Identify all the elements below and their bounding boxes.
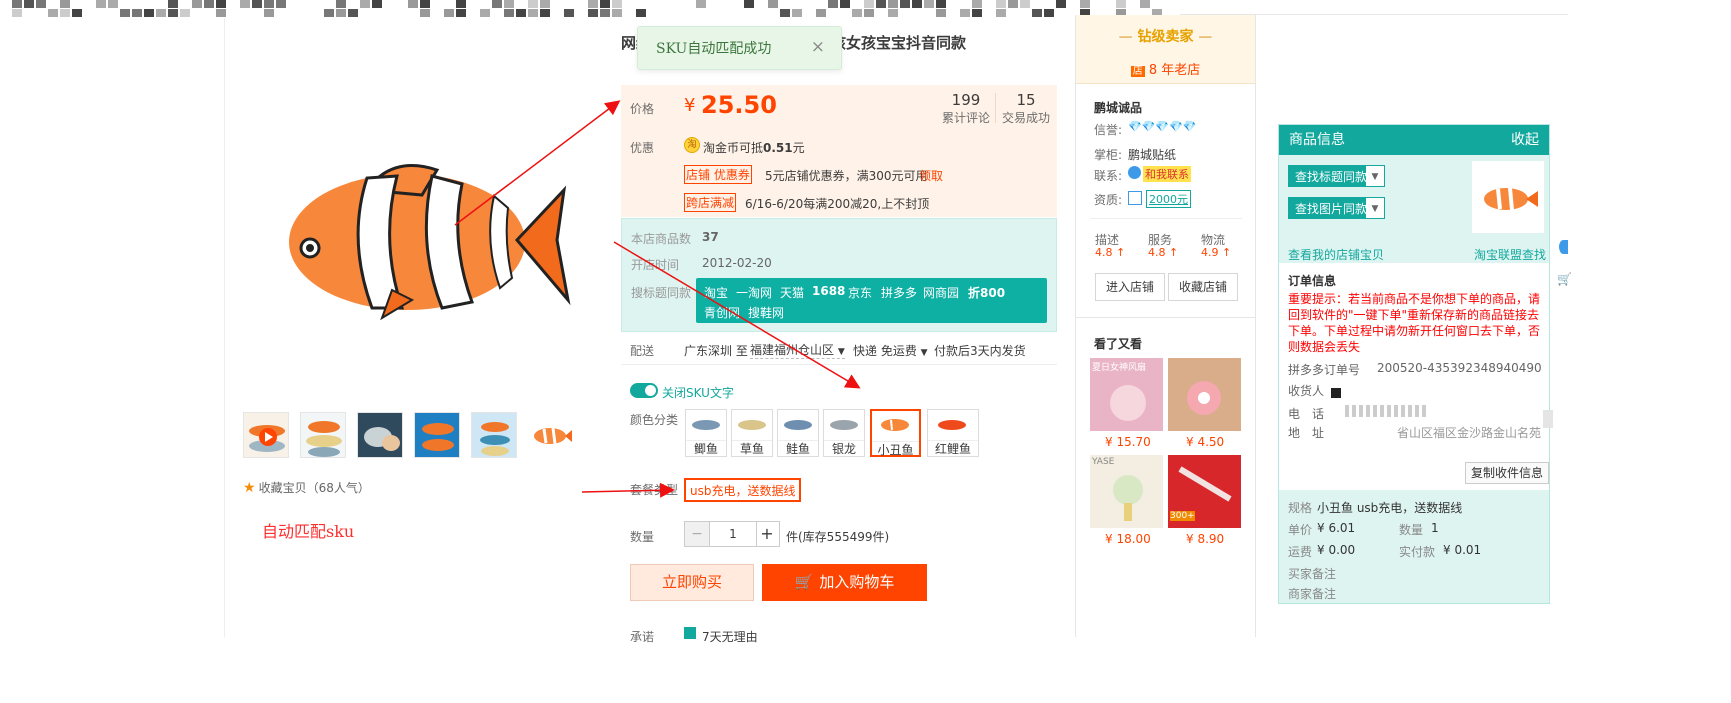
- paid-label: 实付款: [1399, 545, 1436, 559]
- order-title: 订单信息: [1288, 274, 1337, 288]
- chevron-down-icon[interactable]: ▼: [1366, 198, 1384, 218]
- my-shop-link[interactable]: 查看我的店铺宝贝: [1288, 246, 1384, 263]
- divider: [1076, 317, 1255, 318]
- product-thumbnail: [1472, 161, 1544, 233]
- warning-text: 重要提示：若当前商品不是你想下单的商品，请回到软件的"一键下单"重新保存新的商品…: [1288, 292, 1541, 354]
- count-label: 数量: [1399, 523, 1424, 537]
- receiver-label: 收货人: [1288, 384, 1325, 398]
- years-label: 8 年老店: [1148, 63, 1201, 78]
- collapse-button[interactable]: 收起: [1511, 125, 1539, 155]
- rec-banner: 300+: [1170, 511, 1195, 521]
- rec-item[interactable]: 300+: [1168, 455, 1241, 528]
- seen-title: 看了又看: [1094, 337, 1143, 351]
- rec-price: ¥ 18.00: [1105, 532, 1151, 546]
- rec-price: ¥ 15.70: [1105, 435, 1151, 449]
- score-value: 4.8 ↑: [1148, 246, 1179, 259]
- divider: —: [1118, 29, 1138, 45]
- score-value: 4.9 ↑: [1201, 246, 1232, 259]
- find-title-label: 查找标题同款: [1295, 170, 1368, 184]
- scrollbar-thumb[interactable]: [1543, 410, 1553, 428]
- phone-label: 电 话: [1288, 407, 1325, 421]
- cart-icon[interactable]: 🛒: [1557, 272, 1572, 286]
- panel-header: 商品信息 收起: [1279, 125, 1549, 155]
- id-icon: [1128, 191, 1142, 205]
- panel-title: 商品信息: [1289, 132, 1345, 148]
- mosaic-cell: [1140, 0, 1150, 8]
- copy-receiver-button[interactable]: 复制收件信息: [1465, 462, 1549, 484]
- paid-value: ¥ 0.01: [1443, 543, 1482, 557]
- rec-price: ¥ 4.50: [1186, 435, 1225, 449]
- qual-label: 资质:: [1094, 193, 1123, 207]
- shop-name[interactable]: 鹏城诚品: [1094, 99, 1142, 116]
- side-toolbar-icon[interactable]: [1559, 240, 1568, 254]
- find-image-button[interactable]: 查找图片同款 ▼: [1288, 197, 1385, 219]
- rec-price: ¥ 8.90: [1186, 532, 1225, 546]
- redacted-block: [1331, 388, 1341, 398]
- chevron-down-icon[interactable]: ▼: [1366, 166, 1384, 186]
- contact-button[interactable]: 和我联系: [1143, 166, 1191, 182]
- enter-shop-button[interactable]: 进入店铺: [1095, 273, 1166, 301]
- deposit-badge[interactable]: 2000元: [1146, 190, 1191, 208]
- keeper-name[interactable]: 鹏城贴纸: [1128, 146, 1176, 163]
- level-label: 钻级卖家: [1137, 29, 1194, 45]
- shop-icon: 店: [1130, 66, 1145, 77]
- divider: —: [1193, 29, 1213, 45]
- count-value: 1: [1431, 521, 1439, 535]
- seller-note-label: 商家备注: [1288, 587, 1337, 601]
- score-num: 4.9: [1201, 246, 1219, 259]
- favorite-shop-button[interactable]: 收藏店铺: [1168, 273, 1239, 301]
- address-label: 地 址: [1288, 426, 1325, 440]
- unit-price-value: ¥ 6.01: [1317, 521, 1356, 535]
- find-image-label: 查找图片同款: [1295, 202, 1368, 216]
- score-num: 4.8: [1095, 246, 1113, 259]
- alliance-link[interactable]: 淘宝联盟查找: [1474, 246, 1546, 263]
- ship-fee-value: ¥ 0.00: [1317, 543, 1356, 557]
- annotation-arrows: [454, 100, 861, 498]
- seller-column: — 钻级卖家 — 店 8 年老店 鹏城诚品 信誉: 💎💎💎💎💎 掌柜: 鹏城贴纸…: [1075, 15, 1256, 637]
- credit-label: 信誉:: [1094, 123, 1123, 137]
- rec-item[interactable]: YASE: [1090, 455, 1163, 528]
- mosaic-cell: [1080, 0, 1090, 8]
- contact-label: 联系:: [1094, 169, 1123, 183]
- rec-banner: 夏日女神风扇: [1092, 363, 1147, 373]
- address-value: 省山区福区金沙路金山名苑: [1397, 426, 1542, 440]
- wangwang-icon: [1128, 166, 1141, 179]
- score-value: 4.8 ↑: [1095, 246, 1126, 259]
- spec-label: 规格: [1288, 501, 1313, 515]
- redacted-phone: [1345, 405, 1427, 417]
- seller-level: — 钻级卖家 — 店 8 年老店: [1076, 15, 1255, 84]
- pdd-order-value: 200520-435392348940490: [1377, 361, 1542, 375]
- panel-search: 查找标题同款 ▼ 查找图片同款 ▼ 查看我的店铺宝贝 淘宝联盟查找: [1279, 155, 1549, 263]
- order-summary: 规格 小丑鱼 usb充电，送数据线 单价 ¥ 6.01 数量 1 运费 ¥ 0.…: [1279, 490, 1549, 603]
- unit-price-label: 单价: [1288, 523, 1313, 537]
- ship-fee-label: 运费: [1288, 545, 1313, 559]
- score-num: 4.8: [1148, 246, 1166, 259]
- product-info-panel: 商品信息 收起 查找标题同款 ▼ 查找图片同款 ▼ 查看我的店铺宝贝 淘宝联盟查找 …: [1278, 124, 1550, 604]
- pdd-order-label: 拼多多订单号: [1288, 363, 1361, 377]
- rec-item[interactable]: 夏日女神风扇: [1090, 358, 1163, 431]
- credit-diamonds: 💎💎💎💎💎: [1128, 120, 1197, 133]
- divider: [1090, 218, 1242, 219]
- mosaic-cell: [1116, 0, 1126, 8]
- rec-item[interactable]: [1168, 358, 1241, 431]
- find-title-button[interactable]: 查找标题同款 ▼: [1288, 165, 1385, 187]
- buyer-note-label: 买家备注: [1288, 567, 1337, 581]
- rec-banner: YASE: [1092, 457, 1115, 467]
- keeper-label: 掌柜:: [1094, 148, 1123, 162]
- spec-value: 小丑鱼 usb充电，送数据线: [1317, 501, 1463, 515]
